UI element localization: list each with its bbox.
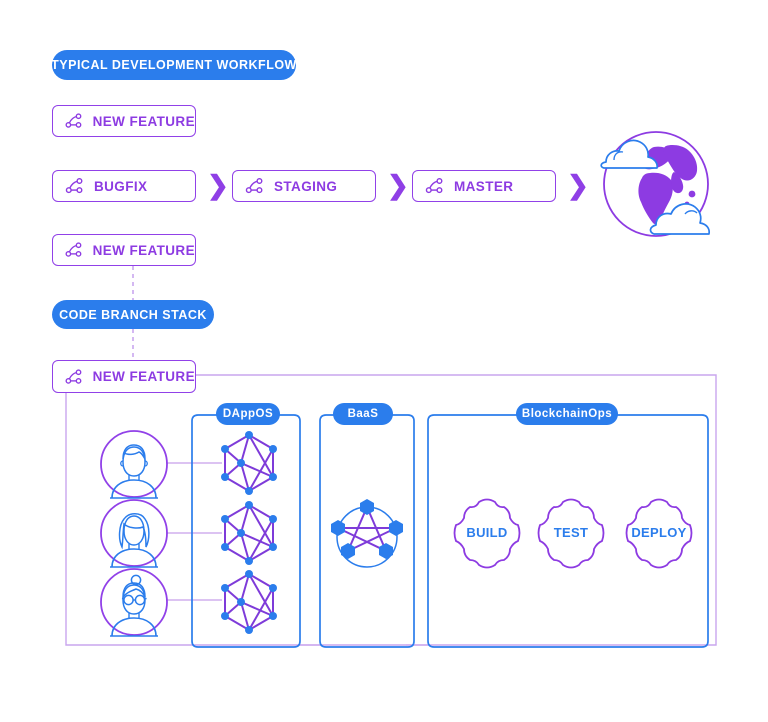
gear-label-text: BUILD [466, 525, 508, 540]
chevron-right-icon-3: ❯ [567, 170, 589, 200]
branch-box-new-feature-second[interactable]: NEW FEATURE [52, 234, 196, 266]
avatar-developer-3 [100, 568, 168, 637]
pentagon-network-icon [331, 499, 403, 568]
branch-box-new-feature-top[interactable]: NEW FEATURE [52, 105, 196, 137]
panel-label-text: BaaS [347, 408, 379, 420]
branch-label: NEW FEATURE [92, 242, 195, 258]
branch-box-bugfix[interactable]: BUGFIX [52, 170, 196, 202]
avatar-developer-2 [100, 499, 168, 568]
stack-pill-label: CODE BRANCH STACK [59, 307, 207, 322]
panel-label-dappos: DAppOS [216, 403, 280, 425]
globe-cloud-icon [600, 131, 711, 237]
chevron-right-icon-2: ❯ [387, 170, 409, 200]
git-branch-icon [65, 368, 82, 384]
panel-label-blockchainops: BlockchainOps [516, 403, 618, 425]
hexagon-network-icon-3 [221, 570, 277, 634]
gear-label-test: TEST [534, 525, 608, 540]
chevron-right-icon-1: ❯ [207, 170, 229, 200]
branch-box-staging[interactable]: STAGING [232, 170, 376, 202]
branch-label: BUGFIX [94, 178, 148, 194]
gear-label-build: BUILD [450, 525, 524, 540]
branch-label: STAGING [274, 178, 338, 194]
git-branch-icon [245, 178, 263, 194]
avatar-developer-1 [100, 430, 168, 499]
gear-label-text: DEPLOY [631, 525, 687, 540]
stack-pill-code-branch-stack: CODE BRANCH STACK [52, 300, 214, 329]
git-branch-icon [425, 178, 443, 194]
branch-label: NEW FEATURE [92, 369, 195, 384]
git-branch-icon [65, 242, 82, 257]
title-pill-typical-development-workflow: TYPICAL DEVELOPMENT WORKFLOW [51, 50, 297, 80]
branch-label: NEW FEATURE [92, 113, 195, 129]
panel-label-baas: BaaS [333, 403, 393, 425]
panel-label-text: DAppOS [222, 408, 274, 420]
git-branch-icon [65, 178, 83, 194]
hexagon-network-icon-1 [221, 431, 277, 495]
branch-box-master[interactable]: MASTER [412, 170, 556, 202]
gear-label-text: TEST [553, 525, 589, 540]
diagram-canvas: TYPICAL DEVELOPMENT WORKFLOW NEW FEATURE… [0, 0, 768, 722]
hexagon-network-icon-2 [221, 501, 277, 565]
panel-label-text: BlockchainOps [521, 408, 613, 420]
title-pill-label: TYPICAL DEVELOPMENT WORKFLOW [51, 58, 297, 72]
branch-box-new-feature-stack[interactable]: NEW FEATURE [52, 360, 196, 393]
branch-label: MASTER [454, 178, 514, 194]
git-branch-icon [65, 113, 82, 128]
gear-label-deploy: DEPLOY [622, 525, 696, 540]
